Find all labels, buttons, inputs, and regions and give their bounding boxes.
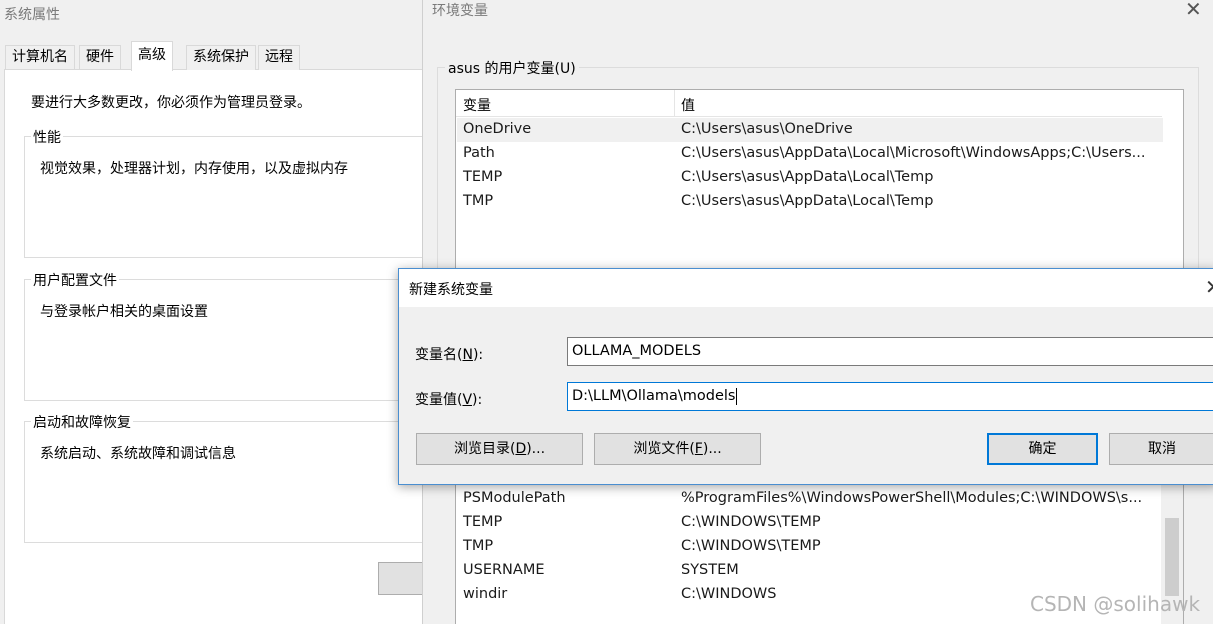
table-row[interactable]: OneDrive C:\Users\asus\OneDrive — [457, 118, 1163, 142]
var-value: C:\WINDOWS\TEMP — [681, 514, 821, 530]
user-variables-list[interactable]: 变量 值 OneDrive C:\Users\asus\OneDrive Pat… — [455, 89, 1184, 279]
var-value: C:\Users\asus\AppData\Local\Microsoft\Wi… — [681, 145, 1146, 161]
var-name: OneDrive — [463, 121, 532, 137]
variable-name-input[interactable]: OLLAMA_MODELS — [567, 337, 1213, 366]
table-row[interactable]: TMP C:\Users\asus\AppData\Local\Temp — [457, 190, 1163, 214]
var-name: TEMP — [463, 169, 503, 185]
ok-button[interactable]: 确定 — [987, 433, 1098, 465]
var-name: PSModulePath — [463, 490, 566, 506]
watermark: CSDN @solihawk — [1030, 592, 1201, 616]
var-value: C:\Users\asus\AppData\Local\Temp — [681, 193, 934, 209]
dialog-titlebar — [399, 269, 1213, 307]
var-value: C:\Users\asus\AppData\Local\Temp — [681, 169, 934, 185]
cancel-button[interactable]: 取消 — [1109, 433, 1213, 465]
column-separator[interactable] — [674, 90, 675, 117]
var-name: TMP — [463, 538, 494, 554]
var-name: USERNAME — [463, 562, 545, 578]
environment-variables-title: 环境变量 — [432, 3, 488, 19]
user-variables-title: asus 的用户变量(U) — [445, 58, 579, 78]
table-row[interactable]: Path C:\Users\asus\AppData\Local\Microso… — [457, 142, 1163, 166]
tab-system-protection[interactable]: 系统保护 — [186, 45, 256, 70]
startup-recovery-group-title: 启动和故障恢复 — [31, 412, 133, 432]
tab-remote[interactable]: 远程 — [258, 45, 300, 70]
table-row[interactable]: TEMP C:\Users\asus\AppData\Local\Temp — [457, 166, 1163, 190]
text-caret — [736, 387, 738, 405]
var-name: windir — [463, 586, 508, 602]
user-profiles-group — [24, 279, 434, 401]
performance-group-title: 性能 — [31, 127, 63, 147]
close-icon[interactable]: ✕ — [1185, 0, 1202, 21]
table-row[interactable]: PSModulePath %ProgramFiles%\WindowsPower… — [457, 487, 1163, 511]
system-properties-title: 系统属性 — [4, 7, 60, 23]
startup-recovery-group — [24, 421, 434, 543]
list-header: 变量 值 — [456, 90, 1162, 117]
variable-value-label: 变量值(V): — [415, 392, 483, 408]
user-profiles-group-title: 用户配置文件 — [31, 270, 119, 290]
system-properties-window: 系统属性 计算机名 硬件 高级 系统保护 远程 要进行大多数更改，你必须作为管理… — [0, 0, 444, 624]
var-name: TEMP — [463, 514, 503, 530]
column-header-value[interactable]: 值 — [681, 95, 695, 115]
scrollbar-thumb[interactable] — [1165, 518, 1179, 596]
user-profiles-group-desc: 与登录帐户相关的桌面设置 — [40, 304, 208, 320]
new-system-variable-dialog: 新建系统变量 ✕ 变量名(N): OLLAMA_MODELS 变量值(V): D… — [398, 268, 1213, 485]
table-row[interactable]: TMP C:\WINDOWS\TEMP — [457, 535, 1163, 559]
tab-computer-name[interactable]: 计算机名 — [5, 45, 75, 70]
var-value: %ProgramFiles%\WindowsPowerShell\Modules… — [681, 490, 1143, 506]
browse-file-button[interactable]: 浏览文件(F)... — [594, 433, 761, 465]
startup-recovery-group-desc: 系统启动、系统故障和调试信息 — [40, 446, 236, 462]
browse-directory-button[interactable]: 浏览目录(D)... — [416, 433, 583, 465]
table-row[interactable]: USERNAME SYSTEM — [457, 559, 1163, 583]
variable-name-label: 变量名(N): — [415, 347, 484, 363]
dialog-title: 新建系统变量 — [409, 282, 493, 298]
var-value: C:\Users\asus\OneDrive — [681, 121, 853, 137]
column-header-name[interactable]: 变量 — [463, 95, 491, 115]
tab-hardware[interactable]: 硬件 — [79, 45, 121, 70]
var-value: C:\WINDOWS\TEMP — [681, 538, 821, 554]
var-value: C:\WINDOWS — [681, 586, 777, 602]
performance-group-desc: 视觉效果，处理器计划，内存使用，以及虚拟内存 — [40, 161, 348, 177]
close-icon[interactable]: ✕ — [1205, 275, 1213, 299]
table-row[interactable]: TEMP C:\WINDOWS\TEMP — [457, 511, 1163, 535]
performance-group — [24, 136, 434, 258]
var-name: Path — [463, 145, 495, 161]
var-name: TMP — [463, 193, 494, 209]
var-value: SYSTEM — [681, 562, 739, 578]
variable-value-input[interactable]: D:\LLM\Ollama\models — [567, 382, 1213, 411]
admin-notice: 要进行大多数更改，你必须作为管理员登录。 — [31, 95, 311, 111]
tab-advanced[interactable]: 高级 — [131, 41, 173, 71]
